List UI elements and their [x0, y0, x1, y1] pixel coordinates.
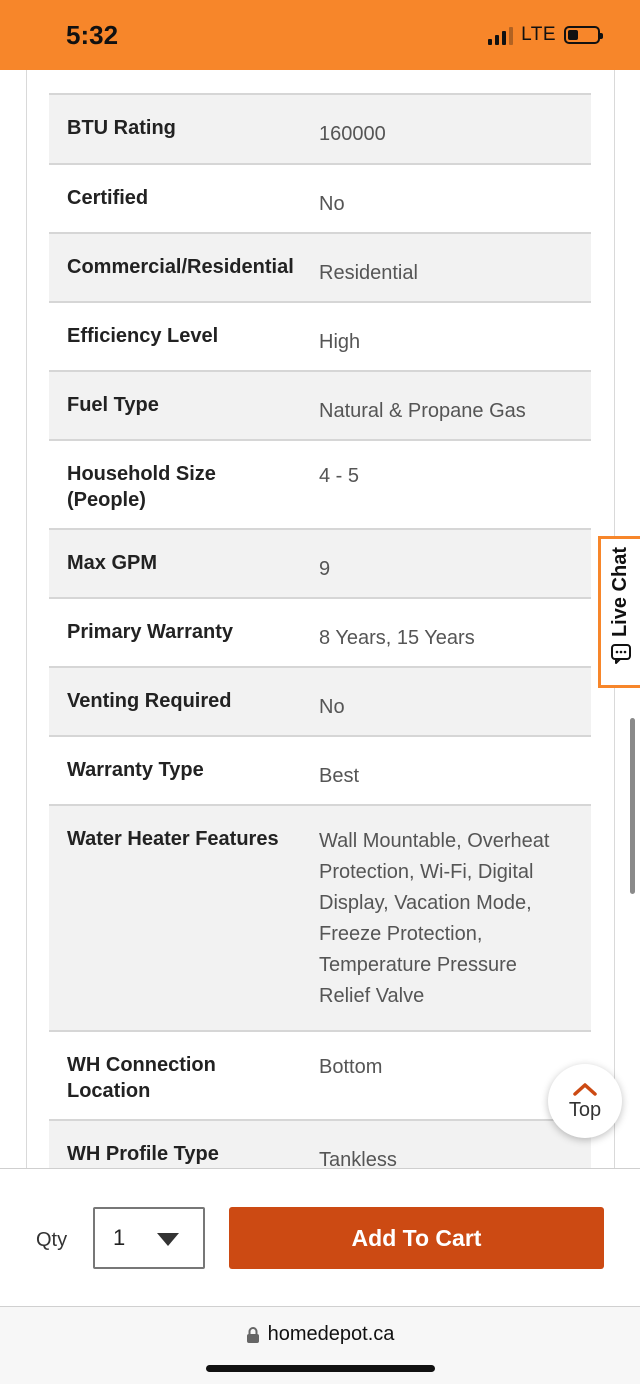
- browser-url-bar[interactable]: homedepot.ca: [0, 1306, 640, 1384]
- live-chat-label: Live Chat: [609, 547, 631, 638]
- chevron-up-icon: [573, 1082, 597, 1096]
- spec-label: Water Heater Features: [67, 828, 279, 850]
- status-icons: LTE: [488, 24, 603, 46]
- status-bar: 5:32 LTE: [0, 0, 640, 70]
- spec-row: Efficiency Level High: [49, 303, 591, 372]
- live-chat-button[interactable]: Live Chat: [598, 536, 640, 688]
- spec-value: Tankless: [319, 1149, 397, 1168]
- quantity-select[interactable]: 1: [93, 1207, 205, 1269]
- url-text[interactable]: homedepot.ca: [268, 1323, 395, 1346]
- spec-label: BTU Rating: [67, 117, 176, 139]
- spec-label: Warranty Type: [67, 759, 204, 781]
- spec-table: BTU Rating 160000 Certified No Commercia…: [49, 93, 591, 1168]
- spec-value: No: [319, 193, 345, 215]
- network-label: LTE: [521, 24, 556, 45]
- spec-value: 9: [319, 558, 331, 580]
- spec-row: BTU Rating 160000: [49, 95, 591, 165]
- spec-value: Best: [319, 765, 360, 787]
- status-time: 5:32: [66, 20, 119, 50]
- spec-label: Household Size (People): [67, 463, 216, 511]
- chat-bubble-icon: [610, 644, 631, 665]
- lock-icon: [246, 1326, 259, 1343]
- spec-value: 160000: [319, 123, 386, 145]
- spec-row: Household Size (People) 4 - 5: [49, 441, 591, 530]
- spec-value: Wall Mountable, Overheat Protection, Wi-…: [319, 830, 550, 1007]
- spec-label: WH Profile Type: [67, 1143, 219, 1165]
- product-specifications[interactable]: BTU Rating 160000 Certified No Commercia…: [0, 70, 640, 1168]
- spec-value: 4 - 5: [319, 465, 360, 487]
- spec-row: Fuel Type Natural & Propane Gas: [49, 372, 591, 441]
- spec-label: Fuel Type: [67, 394, 159, 416]
- spec-value: Natural & Propane Gas: [319, 400, 526, 422]
- content-border-left: [26, 70, 27, 1168]
- spec-value: High: [319, 331, 361, 353]
- spec-row: Primary Warranty 8 Years, 15 Years: [49, 599, 591, 668]
- signal-icon: [488, 25, 514, 45]
- spec-label: Efficiency Level: [67, 325, 219, 347]
- spec-label: Certified: [67, 187, 149, 209]
- add-to-cart-button[interactable]: Add To Cart: [229, 1207, 604, 1269]
- spec-value: No: [319, 696, 345, 718]
- top-label: Top: [568, 1098, 602, 1121]
- dropdown-arrow-icon: [157, 1233, 179, 1246]
- spec-row: Max GPM 9: [49, 530, 591, 599]
- home-indicator[interactable]: [206, 1365, 435, 1372]
- spec-value: Residential: [319, 262, 418, 284]
- qty-label: Qty: [36, 1229, 68, 1251]
- spec-row: WH Connection Location Bottom: [49, 1032, 591, 1121]
- spec-label: Primary Warranty: [67, 621, 233, 643]
- spec-label: WH Connection Location: [67, 1054, 216, 1102]
- spec-row: Venting Required No: [49, 668, 591, 737]
- quantity-value: 1: [113, 1225, 126, 1250]
- battery-icon: [564, 26, 603, 44]
- spec-label: Max GPM: [67, 552, 158, 574]
- spec-value: 8 Years, 15 Years: [319, 627, 475, 649]
- spec-label: Commercial/Residential: [67, 256, 294, 278]
- spec-row: WH Profile Type Tankless: [49, 1121, 591, 1168]
- scrollbar[interactable]: [630, 718, 635, 894]
- cart-bar: Qty 1 Add To Cart: [0, 1168, 640, 1306]
- spec-row: Certified No: [49, 165, 591, 234]
- spec-row: Warranty Type Best: [49, 737, 591, 806]
- back-to-top-button[interactable]: Top: [548, 1064, 622, 1138]
- spec-row: Commercial/Residential Residential: [49, 234, 591, 303]
- spec-row: Water Heater Features Wall Mountable, Ov…: [49, 806, 591, 1032]
- spec-label: Venting Required: [67, 690, 232, 712]
